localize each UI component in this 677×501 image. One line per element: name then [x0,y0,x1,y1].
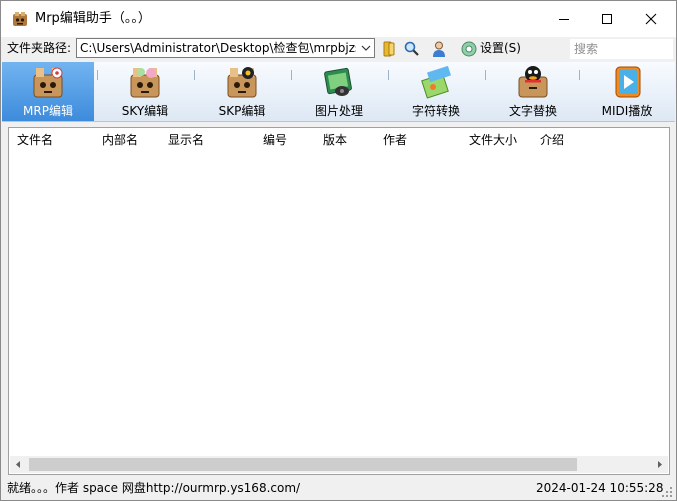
tab-char-convert[interactable]: 字符转换 [390,62,482,121]
column-header[interactable]: 内部名 [94,128,160,153]
column-header[interactable]: 编号 [255,128,315,153]
scrollbar-thumb[interactable] [29,458,577,471]
midi-play-icon [609,65,645,99]
folder-open-icon[interactable] [381,40,399,58]
gear-icon [460,40,478,58]
tab-image-process[interactable]: 图片处理 [293,62,385,121]
path-label: 文件夹路径: [7,41,72,55]
path-input[interactable] [80,41,356,56]
tab-skp-edit[interactable]: SKP编辑 [196,62,288,121]
tab-text-replace[interactable]: 文字替换 [487,62,579,121]
toolbar-divider [194,70,195,80]
status-datetime: 2024-01-24 10:55:28 [536,481,664,495]
file-list[interactable]: 文件名 内部名 显示名 编号 版本 作者 文件大小 介绍 [8,127,670,475]
tab-label: 字符转换 [411,104,460,118]
minimize-button[interactable] [541,1,586,37]
resize-grip-icon[interactable] [661,486,673,498]
column-header[interactable]: 文件大小 [452,128,532,153]
window-title: Mrp编辑助手（。。） [35,11,151,26]
chevron-down-icon[interactable] [360,42,372,54]
image-process-icon [321,65,357,99]
tab-label: SKP编辑 [218,104,266,118]
toolbar-divider [291,70,292,80]
toolbar-divider [388,70,389,80]
column-header[interactable]: 显示名 [160,128,255,153]
toolbar-divider [579,70,580,80]
scroll-left-icon[interactable] [10,456,27,473]
tab-label: 图片处理 [314,104,363,118]
char-convert-icon [418,65,454,99]
toolbar-divider [485,70,486,80]
maximize-button[interactable] [584,1,629,37]
app-window: Mrp编辑助手（。。） 文件夹路径: C:\Users\Administrato… [0,0,677,501]
path-combobox[interactable] [76,38,375,58]
close-button[interactable] [628,1,673,37]
user-icon[interactable] [430,40,448,58]
skp-edit-icon [224,65,260,99]
search-input[interactable] [570,39,673,59]
scroll-right-icon[interactable] [651,456,668,473]
tab-label: MIDI播放 [601,104,653,118]
column-header[interactable]: 文件名 [9,128,94,153]
tab-midi-play[interactable]: MIDI播放 [581,62,673,121]
text-replace-icon [515,65,551,99]
tab-mrp-edit[interactable]: MRP编辑 [2,62,94,121]
column-header[interactable]: 版本 [315,128,375,153]
mrp-edit-icon [30,65,66,99]
sky-edit-icon [127,65,163,99]
horizontal-scrollbar[interactable] [10,456,668,473]
title-bar[interactable]: Mrp编辑助手（。。） [1,1,676,37]
settings-button[interactable]: 设置(S) [459,39,527,59]
column-header[interactable]: 作者 [375,128,452,153]
tab-label: SKY编辑 [121,104,169,118]
tab-sky-edit[interactable]: SKY编辑 [99,62,191,121]
toolbar-divider [97,70,98,80]
search-icon[interactable] [403,40,421,58]
status-text: 就绪。。。作者 space 网盘http://ourmrp.ys168.com/ [7,481,301,495]
mrp-app-icon [12,11,28,27]
path-bar: 文件夹路径: C:\Users\Administrator\Desktop\检查… [1,37,676,61]
function-toolbar: MRP编辑 SKY编辑 SKP编辑 图片处理 字符转换 文字替换 MIDI播放 [2,62,675,122]
status-bar: 就绪。。。作者 space 网盘http://ourmrp.ys168.com/… [1,478,676,500]
settings-label: 设置(S) [480,41,521,55]
column-header[interactable]: 介绍 [532,128,612,153]
